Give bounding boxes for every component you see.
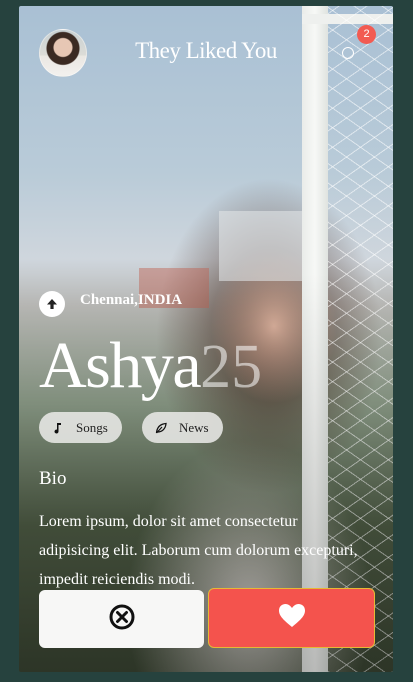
name-age: Ashya25 <box>39 328 262 404</box>
location-label: Chennai,INDIA <box>80 292 183 308</box>
notification-badge: 2 <box>357 25 376 44</box>
chip-songs-label: Songs <box>76 419 108 435</box>
search-icon <box>342 47 354 59</box>
music-note-icon <box>51 421 65 435</box>
profile-age: 25 <box>200 333 263 401</box>
chip-songs[interactable]: Songs <box>39 412 122 443</box>
chip-news-label: News <box>179 419 209 435</box>
leaf-icon <box>154 421 168 435</box>
heart-icon <box>278 603 306 634</box>
profile-name: Ashya <box>39 329 202 402</box>
search-button[interactable] <box>337 40 361 64</box>
close-circle-icon <box>108 603 136 636</box>
profile-card: They Liked You 2 Chennai,INDIA Ashya25 S… <box>19 6 393 672</box>
bio-text: Lorem ipsum, dolor sit amet consectetur … <box>39 513 358 588</box>
bio-heading: Bio <box>39 468 67 489</box>
location-arrow-icon <box>39 291 65 317</box>
chip-news[interactable]: News <box>142 412 223 443</box>
reject-button[interactable] <box>39 590 204 648</box>
like-button[interactable] <box>208 588 375 648</box>
